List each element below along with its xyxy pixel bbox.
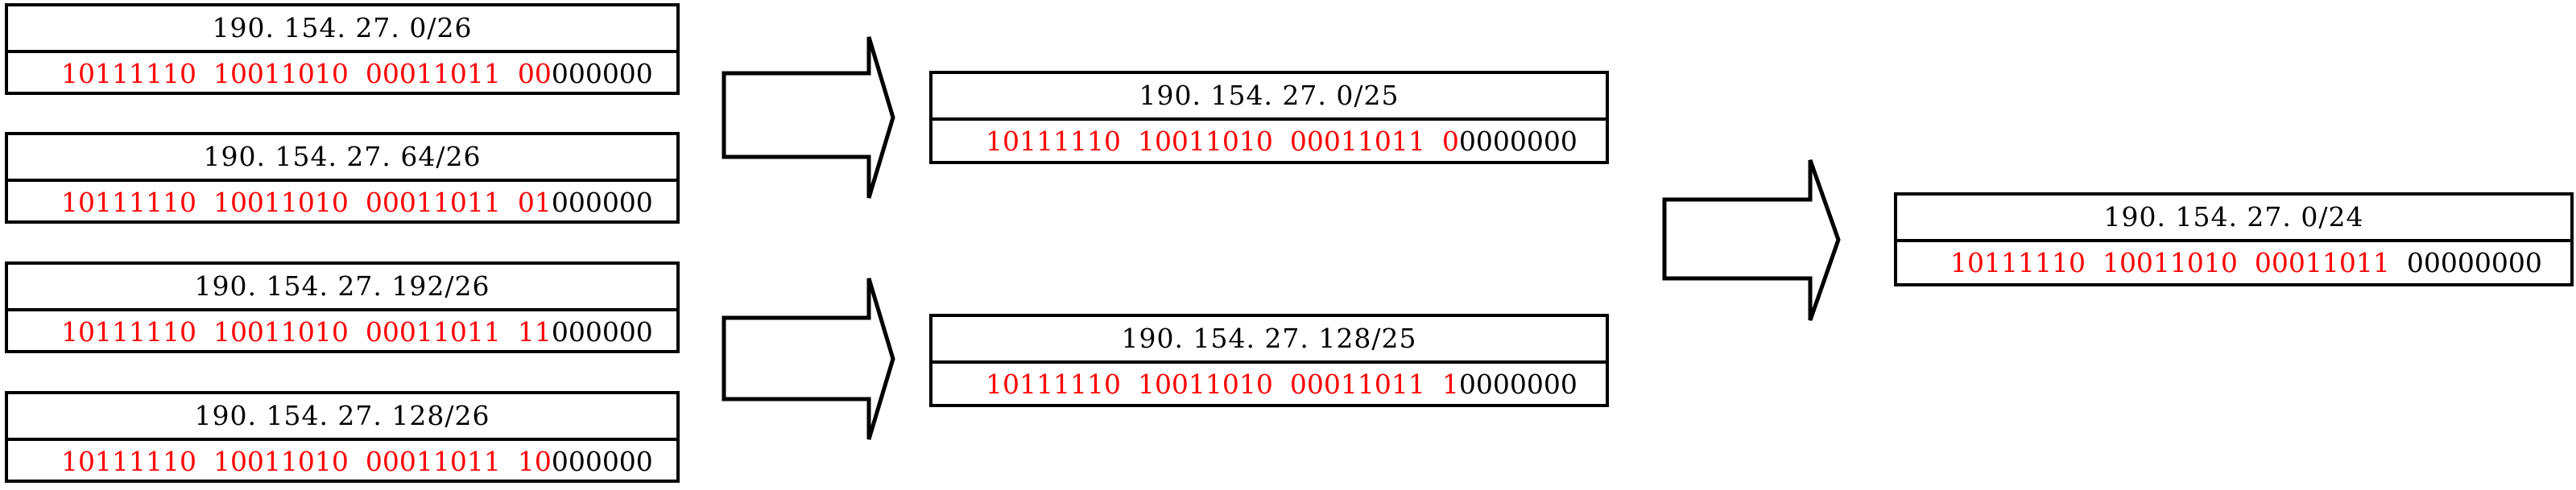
subnet-cidr: 190. 154. 27. 128/25 [932, 317, 1606, 364]
host-bits: 000000 [551, 446, 653, 477]
arrow-26-to-25-upper [722, 36, 895, 199]
subnet-binary: 10111110 10011010 00011011 11000000 [8, 311, 676, 353]
host-bits: 000000 [551, 187, 653, 218]
network-bits: 10111110 10011010 00011011 0 [986, 126, 1459, 157]
subnet-box-128-25: 190. 154. 27. 128/25 10111110 10011010 0… [929, 314, 1609, 407]
subnet-binary: 10111110 10011010 00011011 10000000 [8, 441, 676, 483]
network-bits: 10111110 10011010 00011011 01 [61, 187, 552, 218]
subnet-binary: 10111110 10011010 00011011 01000000 [8, 182, 676, 224]
subnet-binary: 10111110 10011010 00011011 00000000 [932, 121, 1606, 163]
subnet-binary: 10111110 10011010 00011011 00000000 [8, 53, 676, 95]
network-bits: 10111110 10011010 00011011 10 [61, 446, 552, 477]
subnet-cidr: 190. 154. 27. 64/26 [8, 135, 676, 182]
subnet-box-0-24: 190. 154. 27. 0/24 10111110 10011010 000… [1894, 192, 2574, 286]
host-bits: 0000000 [1458, 126, 1577, 157]
subnet-cidr: 190. 154. 27. 192/26 [8, 265, 676, 311]
subnet-box-0-26: 190. 154. 27. 0/26 10111110 10011010 000… [5, 3, 680, 95]
subnet-cidr: 190. 154. 27. 0/25 [932, 74, 1606, 121]
subnet-cidr: 190. 154. 27. 0/24 [1897, 196, 2570, 242]
subnet-box-128-26: 190. 154. 27. 128/26 10111110 10011010 0… [5, 391, 680, 483]
subnet-binary: 10111110 10011010 00011011 00000000 [1897, 242, 2570, 284]
subnet-cidr: 190. 154. 27. 128/26 [8, 394, 676, 441]
arrow-26-to-25-lower [722, 278, 895, 440]
network-bits: 10111110 10011010 00011011 11 [61, 316, 552, 348]
arrow-25-to-24 [1662, 159, 1841, 321]
subnet-cidr: 190. 154. 27. 0/26 [8, 6, 676, 53]
network-bits: 10111110 10011010 00011011 1 [986, 369, 1459, 400]
host-bits: 000000 [551, 58, 653, 89]
network-bits: 10111110 10011010 00011011 00 [61, 58, 552, 89]
subnet-box-192-26: 190. 154. 27. 192/26 10111110 10011010 0… [5, 261, 680, 353]
subnet-box-64-26: 190. 154. 27. 64/26 10111110 10011010 00… [5, 132, 680, 224]
subnet-binary: 10111110 10011010 00011011 10000000 [932, 364, 1606, 406]
network-bits: 10111110 10011010 00011011 [1950, 247, 2407, 278]
host-bits: 0000000 [1458, 369, 1577, 400]
host-bits: 00000000 [2406, 247, 2542, 278]
subnet-box-0-25: 190. 154. 27. 0/25 10111110 10011010 000… [929, 71, 1609, 164]
host-bits: 000000 [551, 316, 653, 348]
